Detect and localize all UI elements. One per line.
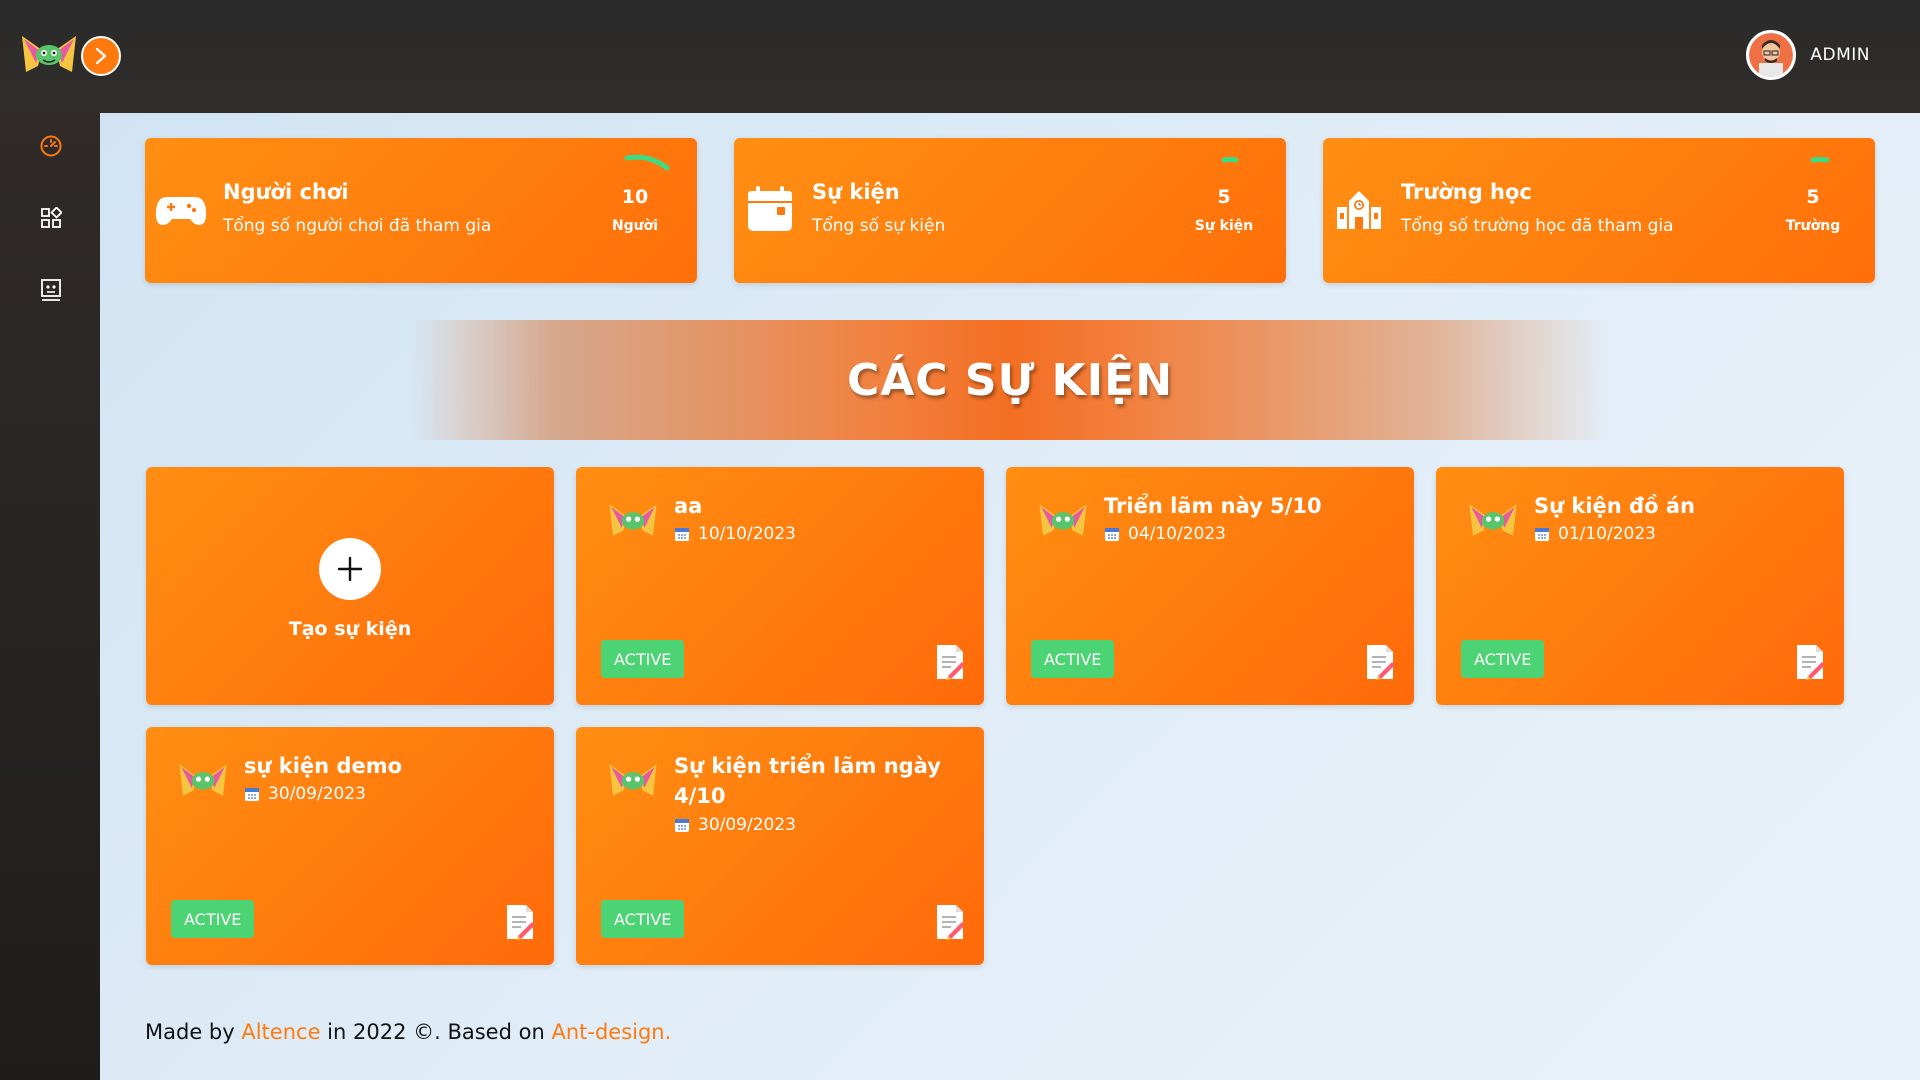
event-title: Triển lãm này 5/10: [1104, 494, 1322, 518]
stat-title: Trường học: [1401, 180, 1532, 204]
status-badge: ACTIVE: [601, 900, 685, 938]
stat-card-players: Người chơi Tổng số người chơi đã tham gi…: [145, 138, 697, 283]
edit-icon[interactable]: [934, 643, 966, 681]
sidebar-item-apps[interactable]: [38, 205, 64, 231]
sidebar-item-dashboard[interactable]: [38, 133, 64, 159]
gamepad-icon: [155, 197, 207, 225]
calendar-small-icon: [1105, 528, 1119, 541]
school-icon: [1337, 191, 1381, 229]
footer: Made by Altence in 2022 ©. Based on Ant-…: [145, 1020, 671, 1044]
status-badge: ACTIVE: [1461, 640, 1545, 678]
status-badge: ACTIVE: [601, 640, 685, 678]
status-badge: ACTIVE: [1031, 640, 1115, 678]
add-event-button[interactable]: [319, 538, 381, 600]
progress-arc: [1221, 157, 1239, 163]
edit-icon[interactable]: [934, 903, 966, 941]
calendar-small-icon: [245, 788, 259, 801]
event-title: sự kiện demo: [244, 754, 403, 778]
section-title: CÁC SỰ KIỆN: [846, 354, 1174, 406]
event-title: Sự kiện triển lãm ngày 4/10: [674, 754, 941, 808]
event-date: 30/09/2023: [244, 784, 366, 804]
logo-icon[interactable]: [18, 30, 80, 78]
calendar-small-icon: [675, 819, 689, 832]
stat-unit: Sự kiện: [1194, 218, 1254, 234]
progress-arc: [1810, 157, 1830, 163]
stat-title: Sự kiện: [812, 180, 900, 204]
progress-arc: [624, 154, 670, 171]
stat-card-schools: Trường học Tổng số trường học đã tham gi…: [1323, 138, 1875, 283]
event-logo-icon: [609, 504, 657, 536]
apps-icon: [41, 207, 62, 228]
edit-icon[interactable]: [1364, 643, 1396, 681]
sidebar-toggle-button[interactable]: [81, 36, 121, 76]
event-date: 30/09/2023: [674, 815, 796, 835]
user-menu[interactable]: ADMIN: [1746, 30, 1870, 80]
stat-unit: Người: [611, 218, 659, 234]
stat-value: 5: [1217, 186, 1231, 208]
event-date-text: 30/09/2023: [268, 784, 366, 804]
sidebar: [0, 113, 100, 1080]
stat-subtitle: Tổng số trường học đã tham gia: [1401, 216, 1674, 236]
section-banner: CÁC SỰ KIỆN: [410, 320, 1610, 440]
event-date-text: 10/10/2023: [698, 524, 796, 544]
event-logo-icon: [1469, 504, 1517, 536]
calendar-small-icon: [675, 528, 689, 541]
plus-icon: [337, 556, 363, 582]
username[interactable]: ADMIN: [1810, 45, 1870, 65]
calendar-icon: [748, 186, 792, 231]
footer-middle: in 2022 ©. Based on: [320, 1020, 552, 1044]
create-event-card[interactable]: Tạo sự kiện: [146, 467, 554, 705]
stat-value: 5: [1806, 186, 1820, 208]
calendar-small-icon: [1535, 528, 1549, 541]
edit-icon[interactable]: [1794, 643, 1826, 681]
footer-prefix: Made by: [145, 1020, 242, 1044]
stat-value: 10: [621, 186, 649, 208]
stat-subtitle: Tổng số sự kiện: [812, 216, 946, 236]
footer-framework-link[interactable]: Ant-design.: [551, 1020, 671, 1044]
footer-author-link[interactable]: Altence: [241, 1020, 320, 1044]
event-logo-icon: [1039, 504, 1087, 536]
event-date-text: 04/10/2023: [1128, 524, 1226, 544]
event-card[interactable]: sự kiện demo 30/09/2023 ACTIVE: [146, 727, 554, 965]
dashboard-icon: [40, 135, 62, 157]
event-title: Sự kiện đồ án: [1534, 494, 1695, 518]
status-badge: ACTIVE: [171, 900, 255, 938]
sidebar-item-robot[interactable]: [38, 277, 64, 303]
stat-unit: Trường: [1785, 218, 1841, 234]
event-logo-icon: [609, 764, 657, 796]
event-card[interactable]: Triển lãm này 5/10 04/10/2023 ACTIVE: [1006, 467, 1414, 705]
event-card[interactable]: Sự kiện triển lãm ngày 4/10 30/09/2023 A…: [576, 727, 984, 965]
event-date-text: 01/10/2023: [1558, 524, 1656, 544]
event-date: 10/10/2023: [674, 524, 796, 544]
event-logo-icon: [179, 764, 227, 796]
create-event-label: Tạo sự kiện: [288, 618, 412, 640]
stat-card-events: Sự kiện Tổng số sự kiện 5 Sự kiện: [734, 138, 1286, 283]
event-card[interactable]: aa 10/10/2023 ACTIVE: [576, 467, 984, 705]
event-card[interactable]: Sự kiện đồ án 01/10/2023 ACTIVE: [1436, 467, 1844, 705]
stat-title: Người chơi: [223, 180, 349, 204]
robot-icon: [41, 279, 61, 301]
edit-icon[interactable]: [504, 903, 536, 941]
event-date: 01/10/2023: [1534, 524, 1656, 544]
event-date-text: 30/09/2023: [698, 815, 796, 835]
top-bar: ADMIN: [0, 0, 1920, 113]
stat-subtitle: Tổng số người chơi đã tham gia: [223, 216, 492, 236]
chevron-right-icon: [95, 47, 107, 65]
avatar[interactable]: [1746, 30, 1797, 80]
event-date: 04/10/2023: [1104, 524, 1226, 544]
event-title: aa: [674, 494, 703, 518]
user-avatar-icon: [1749, 33, 1794, 77]
